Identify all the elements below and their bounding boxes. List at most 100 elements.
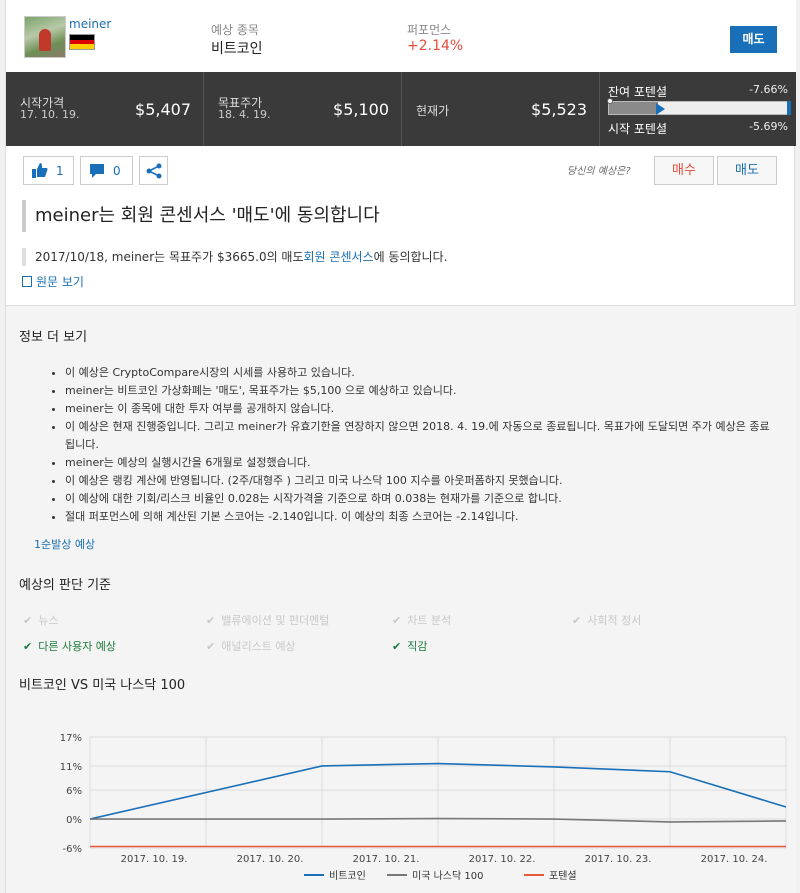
comment-icon [90,164,104,178]
line-chart-svg: 17% 11% 6% 0% -6% 2017. 10. 19. 2017. 10. 20. 2… [60,733,787,882]
target-price-value: $5,100 [333,100,389,119]
criterion-label: 다른 사용자 예상 [38,640,117,653]
consensus-statement: 2017/10/18, meiner는 목표주가 $3665.0의 매도회원 콘… [22,248,447,266]
x-tick-label: 2017. 10. 19. [121,854,188,865]
x-tick-label: 2017. 10. 22. [469,854,536,865]
thumbs-up-icon [32,163,48,178]
criterion-valuation: ✔ 밸류에이션 및 펀더멘털 [206,612,329,628]
user-avatar[interactable] [24,16,66,58]
potential-progress-bar [607,98,791,115]
your-prediction-question: 당신의 예상은? [567,166,631,177]
chart-title: 비트코인 VS 미국 나스닥 100 [19,678,186,693]
check-icon: ✔ [23,640,33,653]
y-tick-label: 11% [60,762,82,773]
view-original-link[interactable]: 원문 보기 [22,273,84,290]
like-count: 1 [56,164,64,178]
check-icon: ✔ [572,614,582,627]
y-tick-label: 0% [66,815,82,826]
legend-label: 포텐셜 [549,870,577,882]
check-icon: ✔ [206,614,216,627]
current-price-value: $5,523 [531,100,587,119]
consensus-prefix: 2017/10/18, meiner는 목표주가 $3665.0의 매도 [35,250,304,264]
start-potential-value: -5.69% [749,120,788,133]
target-marker-icon [787,101,791,115]
target-price-cell: 목표주가 18. 4. 19. $5,100 [204,72,402,146]
document-icon [22,276,32,287]
criterion-analyst: ✔ 애널리스트 예상 [206,638,296,654]
start-marker-icon [607,98,613,104]
details-section: 정보 더 보기 이 예상은 CryptoCompare시장의 시세를 사용하고 … [6,305,796,893]
sell-button[interactable]: 매도 [730,26,777,53]
ranking-link[interactable]: 1순발상 예상 [34,536,95,552]
vote-buy-button[interactable]: 매수 [654,156,714,185]
current-price-cell: 현재가 $5,523 [402,72,600,146]
more-info-title: 정보 더 보기 [19,330,88,345]
check-icon: ✔ [23,614,33,627]
criterion-label: 사회적 정서 [587,614,642,627]
prediction-headline: meiner는 회원 콘센서스 '매도'에 동의합니다 [22,200,380,232]
y-tick-label: 6% [66,786,82,797]
criterion-chart-analysis: ✔ 차트 분석 [392,612,451,628]
remaining-potential-value: -7.66% [749,83,788,96]
user-name-link[interactable]: meiner [69,17,111,31]
criterion-label: 뉴스 [38,614,59,627]
criterion-social-sentiment: ✔ 사회적 정서 [572,612,641,628]
start-potential-row: 시작 포텐셜 -5.69% [608,120,788,137]
legend-label: 비트코인 [329,870,366,882]
criterion-other-users: ✔ 다른 사용자 예상 [23,638,116,654]
criterion-label: 밸류에이션 및 펀더멘털 [221,614,330,627]
info-item: meiner는 예상의 실행시간을 6개월로 설정했습니다. [65,454,771,472]
criterion-label: 애널리스트 예상 [221,640,296,653]
view-original-label: 원문 보기 [36,275,84,289]
potential-progress-fill [609,102,658,114]
info-item: 절대 퍼포먼스에 의해 계산된 기본 스코어는 -2.140입니다. 이 예상의… [65,508,771,526]
current-marker-icon [655,103,665,115]
criterion-label: 차트 분석 [407,614,452,627]
criterion-news: ✔ 뉴스 [23,612,58,628]
x-tick-label: 2017. 10. 24. [701,854,768,865]
asset-label: 예상 종목 [211,23,259,37]
like-button[interactable]: 1 [23,156,74,185]
x-tick-label: 2017. 10. 20. [237,854,304,865]
price-stats-bar: 시작가격 17. 10. 19. $5,407 목표주가 18. 4. 19. … [6,72,796,146]
check-icon: ✔ [392,614,402,627]
share-button[interactable] [139,156,168,185]
page-frame: meiner 예상 종목 비트코인 퍼포먼스 +2.14% 매도 시작가격 17… [5,0,796,893]
criterion-label: 직감 [407,640,428,653]
x-tick-label: 2017. 10. 23. [585,854,652,865]
current-price-label: 현재가 [416,104,450,118]
more-info-list: 이 예상은 CryptoCompare시장의 시세를 사용하고 있습니다. me… [51,364,771,526]
start-price-cell: 시작가격 17. 10. 19. $5,407 [6,72,204,146]
check-icon: ✔ [392,640,402,653]
comment-count: 0 [113,164,121,178]
criterion-intuition: ✔ 직감 [392,638,427,654]
info-item: meiner는 비트코인 가상화폐는 '매도', 목표주가는 $5,100 으로… [65,382,771,400]
info-item: 이 예상은 CryptoCompare시장의 시세를 사용하고 있습니다. [65,364,771,382]
comment-button[interactable]: 0 [80,156,133,185]
criteria-title: 예상의 판단 기준 [19,578,111,593]
y-tick-label: -6% [63,844,82,855]
start-price-value: $5,407 [135,100,191,119]
check-icon: ✔ [206,640,216,653]
target-date: 18. 4. 19. [218,108,271,121]
performance-value: +2.14% [407,38,464,54]
consensus-suffix: 에 동의합니다. [373,250,448,264]
flag-stripe [70,44,94,49]
prediction-header: meiner 예상 종목 비트코인 퍼포먼스 +2.14% 매도 [6,0,796,72]
info-item: 이 예상은 랭킹 계산에 반영됩니다. (2주/대형주 ) 그리고 미국 나스닥… [65,472,771,490]
asset-value: 비트코인 [211,41,263,57]
remaining-potential-row: 잔여 포텐셜 -7.66% [608,83,788,100]
potential-panel: 잔여 포텐셜 -7.66% 시작 포텐셜 -5.69% [600,72,796,146]
vote-sell-button[interactable]: 매도 [717,156,777,185]
performance-label: 퍼포먼스 [407,23,452,37]
x-tick-label: 2017. 10. 21. [353,854,420,865]
info-item: 이 예상은 현재 진행중입니다. 그리고 meiner가 유효기한을 연장하지 … [65,418,771,454]
performance-chart: 17% 11% 6% 0% -6% 2017. 10. 19. 2017. 10. 20. 2… [6,711,796,891]
consensus-link[interactable]: 회원 콘센서스 [304,250,374,264]
avatar-figure [39,29,51,51]
germany-flag-icon [69,34,95,50]
start-potential-label: 시작 포텐셜 [608,122,668,136]
remaining-potential-label: 잔여 포텐셜 [608,85,668,99]
info-item: 이 예상에 대한 기회/리스크 비율인 0.028는 시작가격을 기준으로 하며… [65,490,771,508]
y-tick-label: 17% [60,733,82,744]
